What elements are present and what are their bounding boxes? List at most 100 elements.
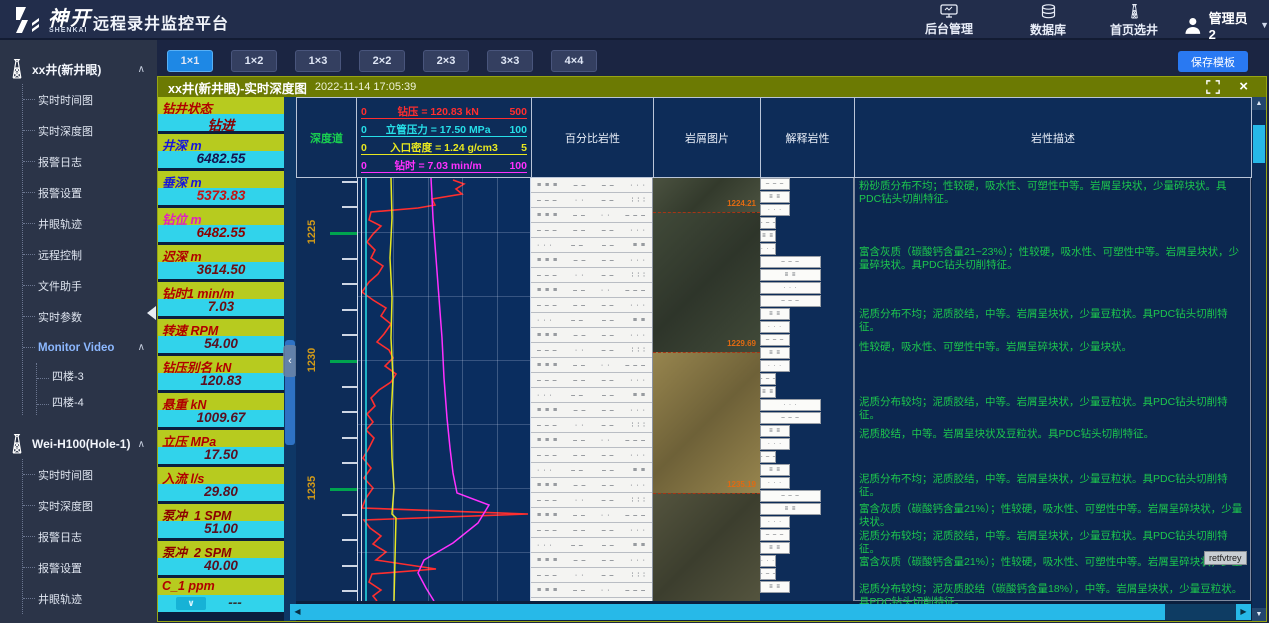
depth-minor-tick bbox=[342, 283, 357, 285]
panel-timestamp: 2022-11-14 17:05:39 bbox=[315, 81, 416, 93]
interpreted-lithology-cell: ≡ ≡ bbox=[760, 191, 790, 203]
sidebar-item[interactable]: 报警设置 bbox=[23, 552, 157, 583]
depth-major-tick bbox=[330, 232, 357, 235]
lithology-description-text: 性较硬，吸水性、可塑性中等。岩屑呈碎块状，少量块状。 bbox=[859, 341, 1247, 354]
user-menu[interactable]: 管理员2 ▼ bbox=[1183, 8, 1269, 42]
param-value: 6482.55 bbox=[158, 151, 284, 168]
sidebar-item[interactable]: 报警日志 bbox=[23, 146, 157, 177]
sidebar-item-label: 远程控制 bbox=[38, 247, 82, 263]
param-label: C_1 ppm bbox=[158, 578, 284, 595]
panel-titlebar: xx井(新井眼)-实时深度图 2022-11-14 17:05:39 × bbox=[158, 77, 1266, 97]
param-value: 29.80 bbox=[158, 484, 284, 501]
sidebar-item-label: 实时深度图 bbox=[38, 498, 93, 514]
interpreted-lithology-cell: · · · bbox=[760, 360, 790, 372]
fullscreen-icon[interactable] bbox=[1206, 80, 1220, 94]
sidebar-video-item[interactable]: 四楼-4 bbox=[37, 389, 157, 415]
layout-button-3x3[interactable]: 3×3 bbox=[487, 50, 533, 72]
monitor-icon bbox=[940, 4, 958, 18]
sidebar-item[interactable]: 实时时间图 bbox=[23, 84, 157, 115]
database-icon bbox=[1041, 4, 1056, 19]
sidebar-item[interactable]: 报警日志 bbox=[23, 521, 157, 552]
scroll-up-icon[interactable]: ▲ bbox=[1252, 97, 1266, 110]
sidebar-item[interactable]: 实时深度图 bbox=[23, 490, 157, 521]
vertical-scroll-thumb[interactable] bbox=[1253, 125, 1265, 163]
user-name: 管理员2 bbox=[1209, 8, 1254, 42]
log-curves bbox=[358, 178, 532, 601]
lithology-percent-row: – – –· ·– –∶ ∶ ∶ bbox=[531, 343, 652, 358]
horizontal-scrollbar[interactable]: ◀ ▶ bbox=[290, 604, 1251, 620]
layout-button-2x3[interactable]: 2×3 bbox=[423, 50, 469, 72]
gridline bbox=[358, 360, 532, 361]
vertical-scrollbar[interactable]: ▲ ▼ bbox=[1252, 97, 1266, 621]
photo-depth-label: 1235.19 bbox=[727, 480, 756, 489]
param-label: 垂深 m bbox=[158, 171, 284, 188]
interpreted-lithology-cell: – – – bbox=[760, 529, 790, 541]
layout-button-2x2[interactable]: 2×2 bbox=[359, 50, 405, 72]
scroll-left-icon[interactable]: ◀ bbox=[290, 604, 305, 620]
param-value: 120.83 bbox=[158, 373, 284, 390]
chevron-up-icon[interactable]: ∧ bbox=[138, 64, 145, 75]
sidebar-item[interactable]: 井眼轨迹 bbox=[23, 208, 157, 239]
gridline bbox=[358, 552, 532, 553]
interpreted-lithology-cell: · · · bbox=[760, 477, 790, 489]
horizontal-scroll-thumb[interactable] bbox=[305, 604, 1165, 620]
scroll-down-icon[interactable]: ▼ bbox=[1252, 608, 1266, 621]
lithology-percent-row: ≡ ≡ ≡– –– –· · · bbox=[531, 478, 652, 493]
param-value: 5373.83 bbox=[158, 188, 284, 205]
menu-database[interactable]: 数据库 bbox=[1030, 4, 1066, 38]
menu-home-well-select[interactable]: 首页选井 bbox=[1110, 4, 1158, 38]
lithology-percent-row: · · ·– –– –≡ ≡ bbox=[531, 238, 652, 253]
sidebar-item-label: 报警日志 bbox=[38, 529, 82, 545]
param-label: 钻时1 min/m bbox=[158, 282, 284, 299]
gridline bbox=[428, 178, 429, 601]
lithology-percent-row: · · ·– –– –≡ ≡ bbox=[531, 538, 652, 553]
layout-button-4x4[interactable]: 4×4 bbox=[551, 50, 597, 72]
param-label: 立压 MPa bbox=[158, 430, 284, 447]
lithology-percent-row: ≡ ≡ ≡– –– –· · · bbox=[531, 328, 652, 343]
layout-button-1x2[interactable]: 1×2 bbox=[231, 50, 277, 72]
sidebar-well-node[interactable]: Wei-H100(Hole-1)∧ bbox=[0, 429, 157, 459]
lithology-percent-row: – – –– –– –· · · bbox=[531, 523, 652, 538]
sidebar-collapse-handle[interactable] bbox=[147, 306, 156, 320]
lithology-description-text: 泥质胶结，中等。岩屑呈块状及豆粒状。具PDC钻头切削特征。 bbox=[859, 428, 1247, 441]
sidebar-video-item[interactable]: 四楼-3 bbox=[37, 363, 157, 389]
scroll-right-icon[interactable]: ▶ bbox=[1236, 604, 1251, 620]
param-dropdown-button[interactable]: ∨ bbox=[176, 597, 206, 610]
curve-legend-钻时: 0钻时 = 7.03 min/m100 bbox=[361, 155, 527, 173]
sidebar-item[interactable]: 报警设置 bbox=[23, 177, 157, 208]
cuttings-photo-track: 1224.211229.691235.19 bbox=[653, 178, 760, 601]
close-icon[interactable]: × bbox=[1239, 77, 1248, 97]
layout-button-1x3[interactable]: 1×3 bbox=[295, 50, 341, 72]
sidebar-monitor-video-node[interactable]: Monitor Video∧ bbox=[23, 332, 157, 363]
interpreted-lithology-cell: – – – bbox=[760, 568, 776, 580]
lithology-percent-row: – – –· ·– –∶ ∶ ∶ bbox=[531, 568, 652, 583]
interpreted-lithology-cell: ≡ ≡ bbox=[760, 542, 790, 554]
chevron-up-icon[interactable]: ∧ bbox=[138, 439, 145, 450]
sidebar-item[interactable]: 文件助手 bbox=[23, 270, 157, 301]
params-collapse-handle[interactable]: ‹ bbox=[283, 345, 297, 377]
lithology-percent-row: ≡ ≡ ≡– –· ·– – – bbox=[531, 583, 652, 598]
menu-backend-admin[interactable]: 后台管理 bbox=[925, 4, 973, 37]
interpreted-lithology-cell: · · · bbox=[760, 399, 821, 411]
lithology-percent-row: – – –· ·– –∶ ∶ ∶ bbox=[531, 193, 652, 208]
sidebar-item[interactable]: 实时参数 bbox=[23, 301, 157, 332]
layout-button-1x1[interactable]: 1×1 bbox=[167, 50, 213, 72]
gridline bbox=[358, 488, 532, 489]
save-template-button[interactable]: 保存模板 bbox=[1178, 51, 1248, 72]
lithology-percent-row: – – –– –– –· · · bbox=[531, 373, 652, 388]
chevron-up-icon[interactable]: ∧ bbox=[138, 342, 145, 353]
sidebar-item[interactable]: 远程控制 bbox=[23, 239, 157, 270]
sidebar-item-label: 实时时间图 bbox=[38, 467, 93, 483]
sidebar-well-node[interactable]: xx井(新井眼)∧ bbox=[0, 54, 157, 84]
depth-minor-tick bbox=[342, 258, 357, 260]
sidebar-item-label: 报警设置 bbox=[38, 560, 82, 576]
lithology-percent-row: ≡ ≡ ≡– –· ·– – – bbox=[531, 283, 652, 298]
lithology-description-text: 泥质分布不均；泥质胶结，中等。岩屑呈块状，少量豆粒状。具PDC钻头切削特征。 bbox=[859, 308, 1247, 334]
interpreted-lithology-cell: – – – bbox=[760, 373, 776, 385]
sidebar-item-label: 报警日志 bbox=[38, 154, 82, 170]
interpreted-lithology-cell: · · · bbox=[760, 321, 790, 333]
interpreted-lithology-cell: ≡ ≡ bbox=[760, 308, 790, 320]
sidebar-item[interactable]: 实时时间图 bbox=[23, 459, 157, 490]
sidebar-item[interactable]: 实时深度图 bbox=[23, 115, 157, 146]
sidebar-item[interactable]: 井眼轨迹 bbox=[23, 583, 157, 614]
